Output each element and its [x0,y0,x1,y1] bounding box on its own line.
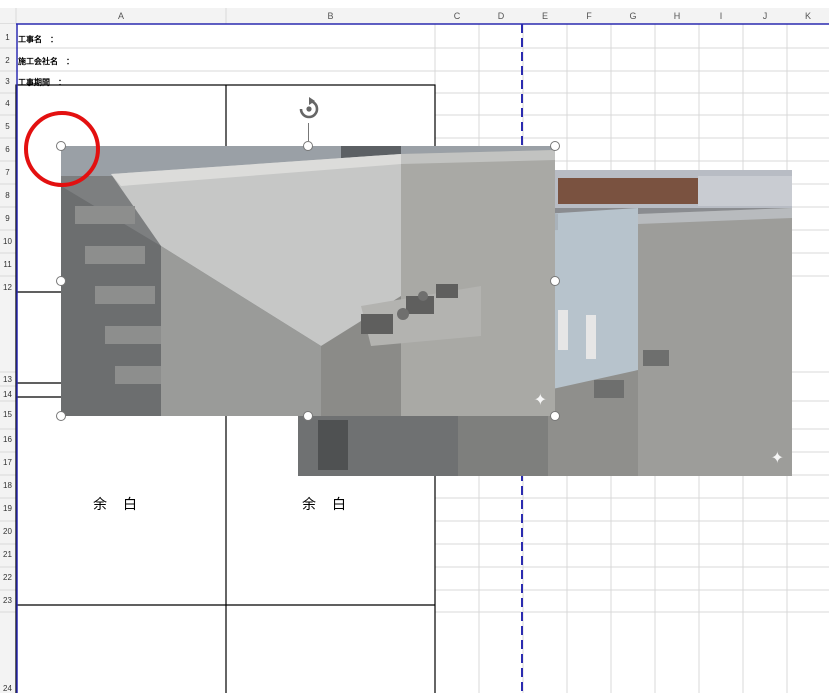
row-header-11[interactable]: 11 [0,260,15,269]
rotate-handle-stem [308,123,309,141]
period-cell[interactable]: 工事期間 ： [18,77,66,88]
blank-label-right: 余 白 [302,496,347,512]
sparkle-icon: ✦ [770,450,784,467]
blank-label-left: 余 白 [93,496,138,512]
project-name-cell[interactable]: 工事名 ： [18,34,58,45]
row-header-4[interactable]: 4 [0,99,15,108]
row-header-17[interactable]: 17 [0,458,15,467]
col-header-k[interactable]: K [787,8,829,24]
resize-handle-top[interactable] [303,141,313,151]
row-header-2[interactable]: 2 [0,56,15,65]
row-header-8[interactable]: 8 [0,191,15,200]
row-header-16[interactable]: 16 [0,435,15,444]
row-header-9[interactable]: 9 [0,214,15,223]
row-header-20[interactable]: 20 [0,527,15,536]
row-header-12[interactable]: 12 [0,283,15,292]
col-header-d[interactable]: D [479,8,523,24]
col-header-h[interactable]: H [655,8,699,24]
row-header-24[interactable]: 24 [0,684,15,693]
col-header-f[interactable]: F [567,8,611,24]
row-header-14[interactable]: 14 [0,390,15,399]
col-header-a[interactable]: A [16,8,226,24]
row-header-7[interactable]: 7 [0,168,15,177]
resize-handle-bottom-left[interactable] [56,411,66,421]
red-annotation-circle [24,111,100,187]
row-header-3[interactable]: 3 [0,77,15,86]
resize-handle-bottom-right[interactable] [550,411,560,421]
rooftop-photo-selected[interactable]: ✦ [61,146,555,416]
row-header-1[interactable]: 1 [0,33,15,42]
col-header-i[interactable]: I [699,8,743,24]
row-header-10[interactable]: 10 [0,237,15,246]
row-header-23[interactable]: 23 [0,596,15,605]
resize-handle-right[interactable] [550,276,560,286]
row-header-13[interactable]: 13 [0,375,15,384]
row-header-18[interactable]: 18 [0,481,15,490]
row-header-22[interactable]: 22 [0,573,15,582]
row-header-6[interactable]: 6 [0,145,15,154]
contractor-cell[interactable]: 施工会社名 ： [18,56,74,67]
rotate-handle-icon[interactable] [296,97,322,123]
row-header-19[interactable]: 19 [0,504,15,513]
col-header-j[interactable]: J [743,8,787,24]
col-header-g[interactable]: G [611,8,655,24]
resize-handle-left[interactable] [56,276,66,286]
row-header-5[interactable]: 5 [0,122,15,131]
col-header-b[interactable]: B [226,8,435,24]
col-header-c[interactable]: C [435,8,479,24]
resize-handle-bottom[interactable] [303,411,313,421]
col-header-e[interactable]: E [523,8,567,24]
row-header-15[interactable]: 15 [0,410,15,419]
resize-handle-top-right[interactable] [550,141,560,151]
row-header-21[interactable]: 21 [0,550,15,559]
sparkle-icon: ✦ [533,392,547,409]
